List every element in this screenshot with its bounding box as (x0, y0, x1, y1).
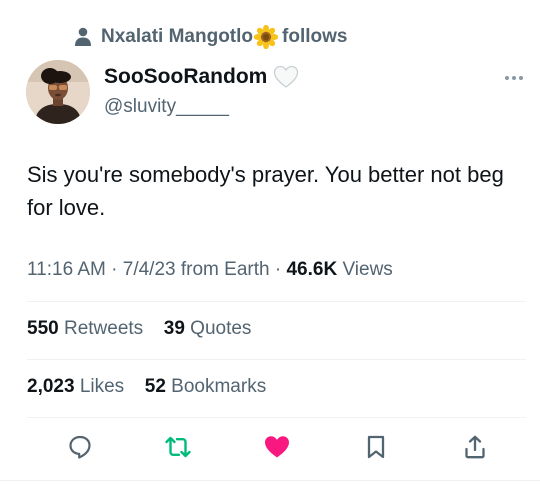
retweet-button[interactable] (163, 432, 193, 462)
like-button[interactable] (262, 432, 292, 462)
meta-separator: · (274, 259, 287, 280)
views-count: 46.6K (286, 259, 338, 280)
retweets-label: Retweets (63, 318, 144, 339)
divider (27, 301, 526, 302)
more-options-button[interactable] (502, 68, 526, 88)
avatar[interactable] (26, 60, 90, 124)
reply-icon (69, 435, 91, 459)
bookmarks-label: Bookmarks (171, 376, 267, 397)
action-bar (0, 432, 540, 464)
tweet-source: from Earth (180, 259, 270, 280)
sunflower-emoji-icon (254, 25, 279, 49)
stats-row-retweets: 550 Retweets 39 Quotes (27, 318, 251, 340)
more-dots-icon (505, 76, 523, 80)
retweets-count: 550 (27, 318, 59, 339)
white-heart-emoji-icon (273, 65, 299, 89)
meta-separator: · (111, 259, 123, 280)
bottom-divider (0, 480, 540, 481)
retweets-stat[interactable]: 550 Retweets (27, 318, 148, 339)
share-button[interactable] (460, 432, 490, 462)
tweet-time[interactable]: 11:16 AM (27, 259, 106, 280)
social-context[interactable]: Nxalati Mangotlo follows (74, 24, 347, 50)
social-context-user[interactable]: Nxalati Mangotlo (101, 26, 253, 48)
retweet-icon (165, 436, 191, 458)
divider (27, 417, 526, 418)
bookmarks-stat[interactable]: 52 Bookmarks (145, 376, 266, 397)
quotes-stat[interactable]: 39 Quotes (164, 318, 252, 339)
tweet-date[interactable]: 7/4/23 (123, 259, 176, 280)
divider (27, 359, 526, 360)
likes-label: Likes (79, 376, 125, 397)
quotes-label: Quotes (190, 318, 252, 339)
bookmark-button[interactable] (361, 432, 391, 462)
bookmarks-count: 52 (144, 376, 166, 397)
tweet-meta: 11:16 AM · 7/4/23 from Earth · 46.6K Vie… (27, 259, 393, 281)
likes-count: 2,023 (27, 376, 75, 397)
quotes-count: 39 (163, 318, 185, 339)
likes-stat[interactable]: 2,023 Likes (27, 376, 129, 397)
person-icon (74, 27, 92, 47)
author-handle[interactable]: @sluvity_____ (104, 96, 229, 118)
stats-row-likes: 2,023 Likes 52 Bookmarks (27, 376, 266, 398)
author-name-row[interactable]: SooSooRandom (104, 65, 299, 89)
share-icon (465, 435, 485, 459)
tweet-text: Sis you're somebody's prayer. You better… (27, 162, 504, 220)
heart-icon (265, 436, 289, 458)
author-display-name[interactable]: SooSooRandom (104, 65, 267, 89)
bookmark-icon (367, 435, 385, 459)
views-label: Views (342, 259, 393, 280)
social-context-action: follows (282, 26, 348, 47)
reply-button[interactable] (65, 432, 95, 462)
